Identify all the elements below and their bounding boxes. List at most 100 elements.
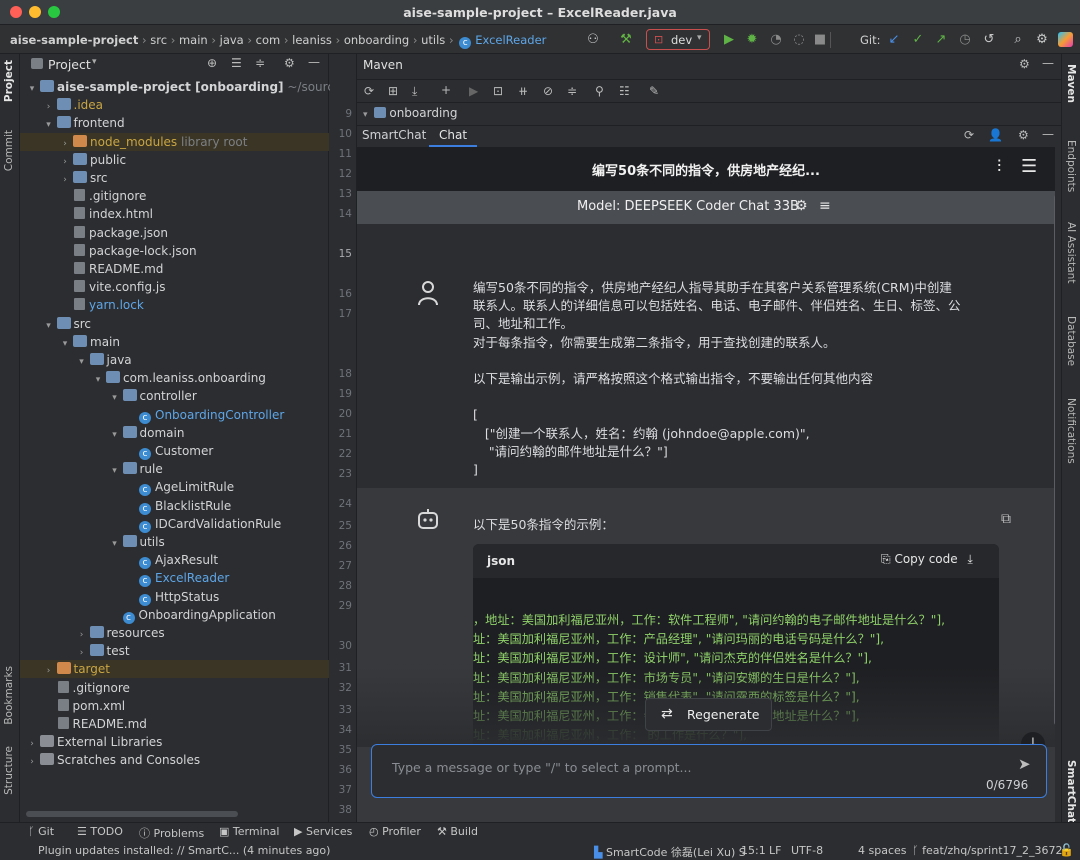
tree-item[interactable]: ▾ com.leaniss.onboarding <box>20 369 329 387</box>
run-icon[interactable]: ▶ <box>721 32 737 48</box>
tree-item[interactable]: › test <box>20 642 329 660</box>
breadcrumb-utils[interactable]: utils <box>421 33 445 47</box>
gear-icon[interactable]: ⚙ <box>1019 57 1030 71</box>
hammer-icon[interactable]: ⚒ <box>618 32 634 48</box>
tree-item[interactable]: c AjaxResult <box>20 551 329 570</box>
tree-item[interactable]: c BlacklistRule <box>20 497 329 515</box>
status-message[interactable]: Plugin updates installed: // SmartC... (… <box>38 844 330 857</box>
status-user[interactable]: ▙ SmartCode 徐磊(Lei Xu) S <box>594 844 746 860</box>
tree-item[interactable]: › target <box>20 660 329 679</box>
caret-position[interactable]: 15:1 <box>741 844 766 857</box>
rollback-icon[interactable]: ↺ <box>981 32 997 48</box>
tool-window-endpoints[interactable]: Endpoints <box>1065 140 1077 192</box>
account-icon[interactable]: 👤 <box>988 128 1003 142</box>
tree-item[interactable]: › External Libraries <box>20 733 329 751</box>
breadcrumb-main[interactable]: main <box>179 33 208 47</box>
settings-icon[interactable]: ⚙ <box>1034 32 1050 48</box>
hide-icon[interactable]: — <box>308 55 320 69</box>
tree-item[interactable]: › Scratches and Consoles <box>20 751 329 769</box>
toggle-offline-icon[interactable]: ⧺ <box>518 84 528 98</box>
profile-icon[interactable]: ◌ <box>791 32 807 48</box>
tree-item[interactable]: package.json <box>20 224 329 242</box>
tool-window-project[interactable]: Project <box>3 60 15 102</box>
download-icon[interactable]: ⤓ <box>412 84 417 99</box>
tree-item[interactable]: ▾ utils <box>20 533 329 551</box>
tree-item[interactable]: c OnboardingController <box>20 406 329 424</box>
tree-item[interactable]: c AgeLimitRule <box>20 478 329 497</box>
tree-item[interactable]: ▾ frontend <box>20 114 329 132</box>
tree-item[interactable]: › src <box>20 169 329 187</box>
list-icon[interactable]: ≡ <box>819 198 831 214</box>
file-encoding[interactable]: UTF-8 <box>791 844 823 857</box>
tree-item[interactable]: ▾ src <box>20 315 329 333</box>
tree-item[interactable]: package-lock.json <box>20 242 329 260</box>
bottom-tab-git[interactable]: ᚴ Git <box>28 825 54 838</box>
tree-item[interactable]: › resources <box>20 624 329 642</box>
history-icon[interactable]: ◷ <box>957 32 973 48</box>
copy-code-button[interactable]: ⎘ Copy code ⤓ <box>881 552 973 567</box>
reload-icon[interactable]: ⟳ <box>364 84 374 98</box>
user-icon[interactable]: ⚇ <box>585 32 601 48</box>
refresh-icon[interactable]: ⟳ <box>964 128 974 142</box>
git-push-icon[interactable]: ↗ <box>933 32 949 48</box>
tree-item[interactable]: ▾ rule <box>20 460 329 478</box>
search-icon[interactable]: ⌕ <box>1010 32 1026 48</box>
stop-icon[interactable]: ■ <box>812 32 828 48</box>
collapse-icon[interactable]: ≑ <box>567 84 577 98</box>
gear-icon[interactable]: ⚙ <box>1018 128 1029 142</box>
tree-item[interactable]: README.md <box>20 260 329 278</box>
generate-sources-icon[interactable]: ⊞ <box>388 84 398 98</box>
filter-icon[interactable]: ⫶ <box>997 157 1001 177</box>
breadcrumb-project[interactable]: aise-sample-project <box>10 33 138 47</box>
tree-item[interactable]: › public <box>20 151 329 169</box>
toolbox-app-icon[interactable] <box>1058 32 1073 47</box>
locate-icon[interactable]: ⊕ <box>207 56 217 70</box>
wrench-icon[interactable]: ✎ <box>649 84 659 98</box>
run-icon[interactable]: ▶ <box>469 84 478 98</box>
chevron-down-icon[interactable]: ▾ <box>92 57 97 67</box>
hide-icon[interactable]: — <box>1042 56 1054 70</box>
menu-icon[interactable]: ☰ <box>1021 156 1037 177</box>
lock-icon[interactable]: 🔓 <box>1059 843 1074 857</box>
gear-icon[interactable]: ⚙ <box>284 56 295 70</box>
coverage-icon[interactable]: ◔ <box>768 32 784 48</box>
message-input[interactable]: Type a message or type "/" to select a p… <box>371 744 1047 798</box>
tool-window-notifications[interactable]: Notifications <box>1065 398 1077 464</box>
line-separator[interactable]: LF <box>769 844 781 857</box>
tool-window-structure[interactable]: Structure <box>3 746 15 795</box>
run-config-selector[interactable]: ⊡ dev ▾ <box>646 29 710 50</box>
tree-item[interactable]: index.html <box>20 205 329 223</box>
breadcrumb-src[interactable]: src <box>150 33 167 47</box>
execute-goal-icon[interactable]: ⊡ <box>493 84 503 98</box>
tool-window-maven[interactable]: Maven <box>1065 64 1077 103</box>
tree-item[interactable]: .gitignore <box>20 187 329 205</box>
tree-item[interactable]: ▾ domain <box>20 424 329 442</box>
project-view-selector[interactable]: Project <box>48 57 91 72</box>
hide-icon[interactable]: — <box>1042 127 1054 141</box>
tree-item[interactable]: c HttpStatus <box>20 588 329 606</box>
tree-item[interactable]: .gitignore <box>20 679 329 697</box>
analyze-icon[interactable]: ☷ <box>619 84 630 98</box>
settings-icon[interactable]: ⚙ <box>795 198 808 214</box>
tree-item[interactable]: › .idea <box>20 96 329 114</box>
bottom-tab-terminal[interactable]: ▣ Terminal <box>219 825 279 838</box>
bottom-tab-profiler[interactable]: ◴ Profiler <box>369 825 421 838</box>
tool-window-smartchat[interactable]: SmartChat <box>1065 760 1077 823</box>
bottom-tab-services[interactable]: ▶ Services <box>294 825 352 838</box>
maven-node-onboarding[interactable]: ▾ onboarding <box>363 106 458 120</box>
tool-window-database[interactable]: Database <box>1065 316 1077 366</box>
tool-window-commit[interactable]: Commit <box>3 130 15 171</box>
chevron-right-icon[interactable]: › <box>26 753 38 771</box>
breadcrumb-java[interactable]: java <box>220 33 244 47</box>
breadcrumb-file[interactable]: ExcelReader <box>475 33 546 47</box>
collapse-all-icon[interactable]: ≑ <box>255 56 265 70</box>
indent-setting[interactable]: 4 spaces <box>858 844 907 857</box>
tree-item[interactable]: ▾ main <box>20 333 329 351</box>
breadcrumb-leaniss[interactable]: leaniss <box>292 33 332 47</box>
copy-icon[interactable]: ⧉ <box>1001 511 1011 527</box>
expand-all-icon[interactable]: ☰ <box>231 56 242 70</box>
add-icon[interactable]: + <box>441 83 451 97</box>
tool-window-bookmarks[interactable]: Bookmarks <box>3 666 15 725</box>
tree-item[interactable]: ▾ java <box>20 351 329 369</box>
tree-item[interactable]: c IDCardValidationRule <box>20 515 329 533</box>
